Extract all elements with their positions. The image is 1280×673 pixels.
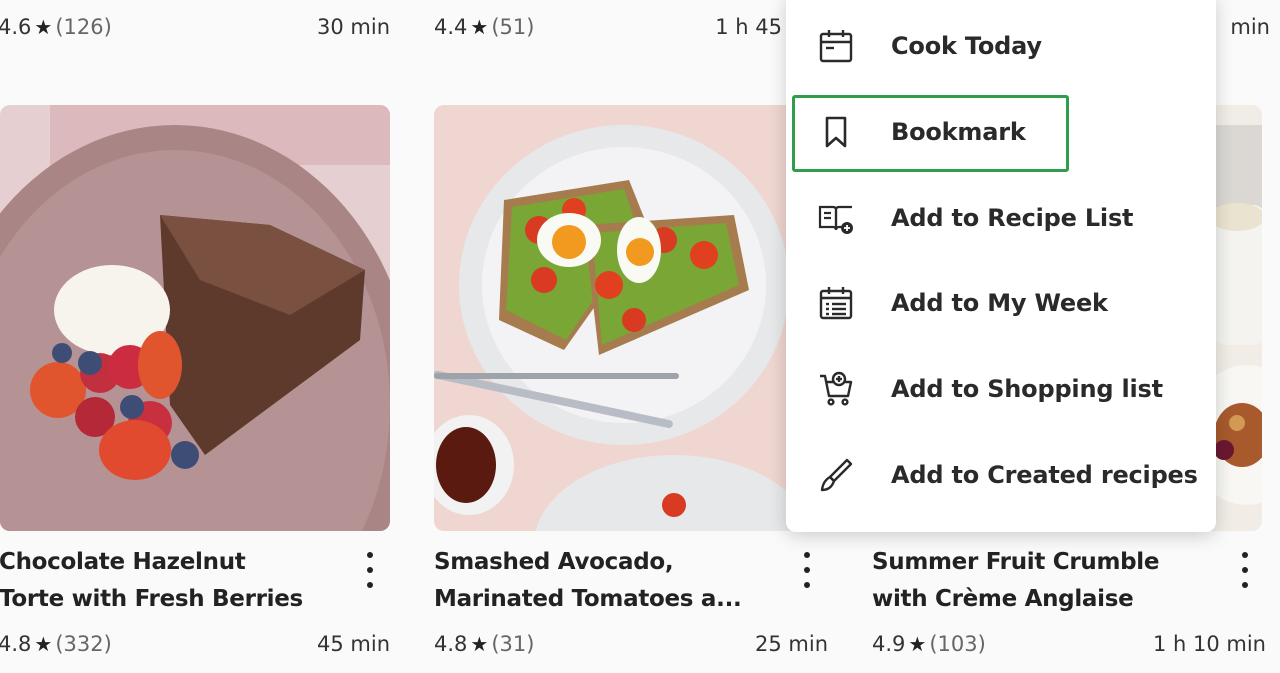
- recipe-title-line: Chocolate Hazelnut: [0, 549, 246, 575]
- menu-item-add-to-my-week[interactable]: Add to My Week: [786, 267, 1216, 339]
- calendar-icon: [816, 26, 856, 66]
- bookmark-icon: [816, 112, 856, 152]
- recipe-image-chocolate-torte[interactable]: [0, 105, 390, 531]
- cook-time: 1 h 45: [715, 15, 782, 39]
- menu-item-label: Add to Recipe List: [891, 204, 1134, 232]
- recipe-title[interactable]: Smashed Avocado, Marinated Tomatoes a...: [434, 544, 764, 618]
- menu-item-add-to-recipe-list[interactable]: Add to Recipe List: [786, 182, 1216, 254]
- recipe-title-line: Torte with Fresh Berries: [0, 586, 303, 612]
- recipe-title-line: Smashed Avocado,: [434, 549, 674, 575]
- rating-value: 4.4: [434, 15, 468, 39]
- cook-time: 45 min: [317, 632, 390, 656]
- cook-time: 1 h 10 min: [1152, 632, 1266, 656]
- rating-value: 4.9: [872, 632, 906, 656]
- menu-item-label: Add to Created recipes: [891, 461, 1198, 489]
- recipe-title-line: Marinated Tomatoes a...: [434, 586, 742, 612]
- cook-time: min: [1230, 15, 1270, 39]
- rating-value: 4.8: [434, 632, 468, 656]
- rating-count: (103): [929, 632, 986, 656]
- rating: 4.9 ★ (103): [872, 632, 986, 656]
- calendar-week-icon: [816, 283, 856, 323]
- cook-time: 30 min: [317, 15, 390, 39]
- rating: 4.8 ★ (31): [434, 632, 534, 656]
- menu-item-bookmark[interactable]: Bookmark: [786, 96, 1216, 168]
- recipe-title[interactable]: Chocolate Hazelnut Torte with Fresh Berr…: [0, 544, 329, 618]
- menu-item-add-to-shopping-list[interactable]: Add to Shopping list: [786, 353, 1216, 425]
- menu-item-label: Add to My Week: [891, 289, 1108, 317]
- card-meta: 4.8 ★ (31) 25 min: [434, 629, 828, 659]
- rating: 4.8 ★ (332): [0, 632, 112, 656]
- recipe-image-avocado-toast[interactable]: [434, 105, 824, 531]
- more-options-button[interactable]: [358, 550, 382, 590]
- more-options-button[interactable]: [1233, 550, 1257, 590]
- recipe-title-line: Summer Fruit Crumble: [872, 549, 1160, 575]
- cart-add-icon: [816, 369, 856, 409]
- brush-icon: [816, 455, 856, 495]
- menu-item-add-to-created-recipes[interactable]: Add to Created recipes: [786, 439, 1216, 511]
- rating-count: (31): [491, 632, 535, 656]
- menu-item-label: Add to Shopping list: [891, 375, 1163, 403]
- menu-item-label: Bookmark: [891, 118, 1026, 146]
- star-icon: ★: [470, 632, 489, 656]
- cook-time: 25 min: [755, 632, 828, 656]
- rating-count: (332): [55, 632, 112, 656]
- recipe-title[interactable]: Summer Fruit Crumble with Crème Anglaise: [872, 544, 1202, 618]
- more-options-button[interactable]: [795, 550, 819, 590]
- rating-count: (126): [55, 15, 112, 39]
- menu-item-cook-today[interactable]: Cook Today: [786, 10, 1216, 82]
- recipe-title-line: with Crème Anglaise: [872, 586, 1134, 612]
- recipe-options-menu: Cook Today Bookmark Add to Recipe List A…: [786, 0, 1216, 532]
- star-icon: ★: [470, 15, 489, 39]
- rating-value: 4.6: [0, 15, 32, 39]
- recipe-book-add-icon: [816, 198, 856, 238]
- card-meta-top-3: min: [1222, 12, 1270, 42]
- star-icon: ★: [34, 632, 53, 656]
- rating: 4.6 ★ (126): [0, 15, 112, 39]
- card-meta: 4.8 ★ (332) 45 min: [0, 629, 390, 659]
- menu-item-label: Cook Today: [891, 32, 1042, 60]
- rating-value: 4.8: [0, 632, 32, 656]
- star-icon: ★: [908, 632, 927, 656]
- rating: 4.4 ★ (51): [434, 15, 534, 39]
- card-meta-top-1: 4.6 ★ (126) 30 min: [0, 12, 390, 42]
- rating-count: (51): [491, 15, 535, 39]
- star-icon: ★: [34, 15, 53, 39]
- card-meta: 4.9 ★ (103) 1 h 10 min: [872, 629, 1266, 659]
- card-meta-top-2: 4.4 ★ (51) 1 h 45: [434, 12, 782, 42]
